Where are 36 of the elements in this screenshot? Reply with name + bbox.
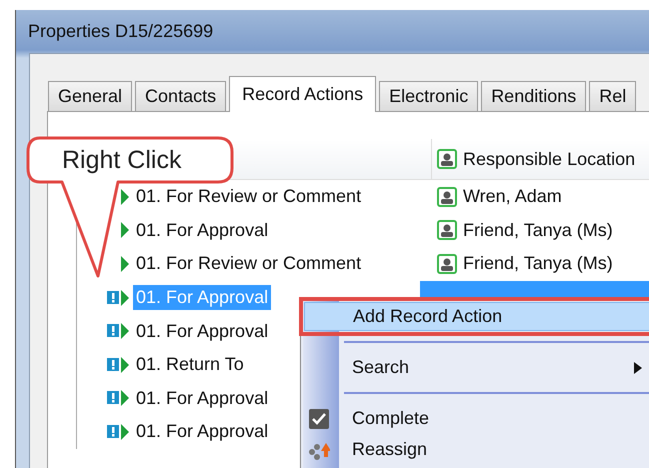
- action-cell[interactable]: 01. For Review or Comment: [133, 184, 364, 210]
- alert-arrow-icon: [107, 388, 129, 408]
- arrow-icon: [121, 256, 129, 272]
- column-header[interactable]: Responsible Location: [463, 148, 636, 170]
- menu-item[interactable]: Reassign: [304, 435, 649, 464]
- tab[interactable]: Electronic: [379, 81, 478, 111]
- person-icon: [437, 254, 457, 274]
- alert-arrow-icon: [107, 354, 129, 375]
- window-title: Properties D15/225699: [28, 21, 214, 42]
- alert-arrow-icon: [107, 422, 129, 442]
- arrow-icon: [121, 188, 129, 205]
- callout-text: Right Click: [62, 146, 182, 175]
- responsible-cell: Friend, Tanya (Ms): [463, 253, 613, 274]
- tab[interactable]: Rel: [589, 81, 636, 111]
- person-icon: [437, 220, 457, 240]
- tab[interactable]: General: [48, 81, 132, 111]
- action-cell[interactable]: 01. For Approval: [133, 318, 272, 344]
- tab[interactable]: Record Actions: [229, 76, 376, 112]
- alert-arrow-icon: [107, 321, 129, 342]
- tab[interactable]: Contacts: [135, 81, 226, 111]
- action-cell[interactable]: 01. For Approval: [133, 386, 272, 411]
- arrow-icon: [121, 222, 129, 238]
- person-icon: [437, 149, 457, 169]
- responsible-cell: Friend, Tanya (Ms): [463, 220, 613, 241]
- menu-item[interactable]: Complete: [304, 404, 649, 433]
- tab[interactable]: Renditions: [481, 81, 586, 111]
- responsible-cell: Wren, Adam: [463, 186, 562, 208]
- action-cell[interactable]: 01. Return To: [133, 352, 247, 378]
- action-cell[interactable]: 01. For Approval: [133, 419, 272, 444]
- checkbox-icon: [308, 408, 330, 430]
- alert-arrow-icon: [107, 288, 129, 308]
- action-cell[interactable]: 01. For Approval: [133, 218, 272, 243]
- person-icon: [437, 186, 457, 207]
- submenu-arrow-icon: [634, 362, 642, 374]
- menu-item[interactable]: Search: [304, 353, 649, 382]
- action-cell[interactable]: 01. For Review or Comment: [133, 251, 364, 276]
